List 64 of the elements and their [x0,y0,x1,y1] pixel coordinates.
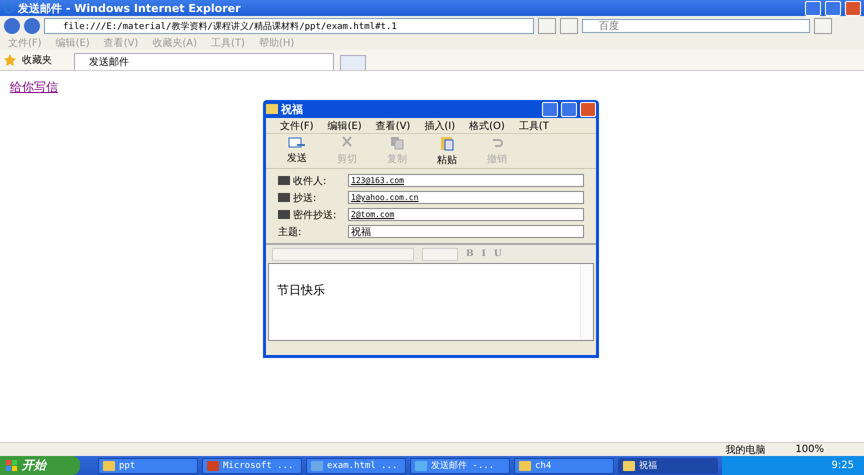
forward-button[interactable] [24,18,40,34]
clock: 9:25 [832,460,854,471]
scrollbar[interactable] [580,264,593,340]
start-button[interactable]: 开始 [0,456,80,475]
taskbar-button[interactable]: ch4 [514,458,614,474]
favorites-label[interactable]: 收藏夹 [22,53,52,67]
menu-item[interactable]: 编辑(E) [328,118,362,132]
menu-item[interactable]: 格式(O) [469,118,505,132]
folder-icon [519,460,531,470]
app-icon [207,460,219,470]
copy-icon [390,136,404,150]
menu-item[interactable]: 查看(V) [376,118,410,132]
dialog-title: 祝福 [281,102,304,116]
envelope-arrow-icon [288,137,306,149]
star-icon [4,54,16,66]
maximize-button[interactable] [825,0,841,16]
close-button[interactable] [845,0,861,16]
stop-button[interactable] [560,18,578,34]
menu-item[interactable]: 插入(I) [424,118,456,132]
search-button[interactable] [814,18,832,34]
undo-icon [490,136,504,150]
minimize-button[interactable] [805,0,821,16]
link[interactable]: 给你写信 [10,79,58,96]
input-field[interactable]: 2@tom.com [348,208,584,221]
refresh-button[interactable] [538,18,556,34]
toolbar-button[interactable]: 发送 [272,134,322,168]
envelope-icon [623,460,635,470]
taskbar-button[interactable]: ppt [98,458,198,474]
document-icon [311,460,323,470]
menu-item[interactable]: 工具(T [518,118,549,132]
address-book-icon [278,193,290,202]
window-title: 发送邮件 - Windows Internet Explorer [18,0,242,16]
input-field[interactable]: 祝福 [348,225,584,238]
folder-icon [103,460,115,470]
field-label: 密件抄送: [293,208,338,222]
browser-icon [3,2,14,14]
address-book-icon [278,176,290,185]
message-text: 节日快乐 [277,282,325,299]
toolbar-button[interactable]: 粘贴 [422,134,472,168]
browser-icon [415,460,427,470]
address-field[interactable]: file:///E:/material/教学资料/课程讲义/精品课材料/ppt/exam.html#t.1 [44,18,534,34]
close-button[interactable] [580,102,596,116]
envelope-icon [266,104,278,114]
tab[interactable]: 发送邮件 [74,53,334,70]
taskbar-button[interactable]: 发送邮件 -... [410,458,510,474]
address-book-icon [278,210,290,219]
taskbar-button[interactable]: Microsoft ... [202,458,302,474]
taskbar-button[interactable]: exam.html ... [306,458,406,474]
maximize-button[interactable] [561,102,577,116]
input-field[interactable]: 1@yahoo.com.cn [348,191,584,204]
back-button[interactable] [4,18,20,34]
field-label: 收件人: [293,174,328,188]
clipboard-icon [440,135,454,151]
field-label: 抄送: [293,192,318,204]
message-body[interactable]: 节日快乐 [268,263,594,341]
menu-item[interactable]: 文件(F) [280,118,314,132]
zoom-level[interactable]: 100% [795,444,824,455]
taskbar-button[interactable]: 祝福 [618,458,718,474]
field-label: 主题: [278,226,302,238]
search-field[interactable]: 百度 [582,19,810,33]
input-field[interactable]: 123@163.com [348,174,584,187]
windows-flag-icon [6,460,18,472]
minimize-button[interactable] [542,102,558,116]
zone-label: 我的电脑 [725,444,766,456]
